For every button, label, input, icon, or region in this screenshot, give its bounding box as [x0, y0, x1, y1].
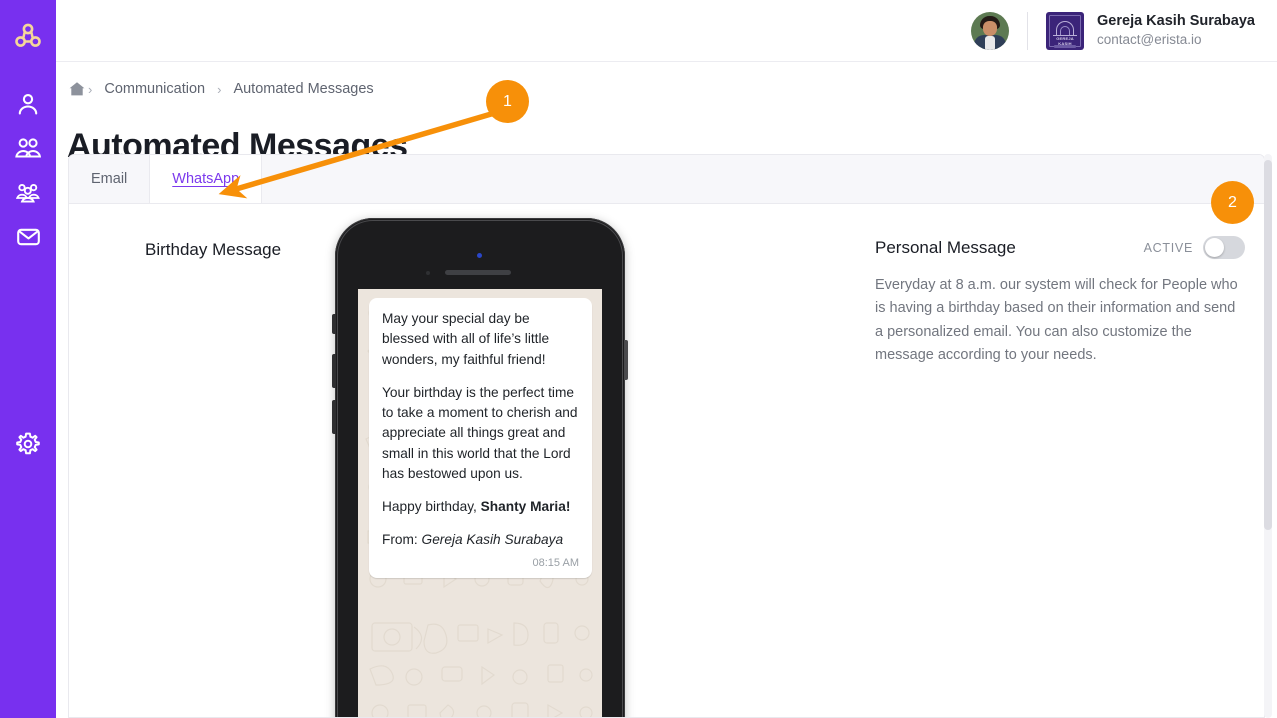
message-recipient-name: Shanty Maria! [480, 499, 571, 515]
toggle-knob [1205, 238, 1224, 257]
sidebar-nav [6, 82, 50, 258]
annotation-badge-2: 2 [1211, 181, 1254, 224]
tab-whatsapp[interactable]: WhatsApp [150, 155, 263, 203]
message-timestamp: 08:15 AM [532, 556, 579, 569]
org-email: contact@erista.io [1097, 32, 1202, 48]
org-logo-arch-inner [1060, 25, 1071, 35]
personal-message-panel: Personal Message ACTIVE Everyday at 8 a.… [875, 236, 1245, 368]
annotation-badge-1: 1 [486, 80, 529, 123]
message-from-value: Gereja Kasih Surabaya [421, 532, 564, 548]
breadcrumb-separator-2: › [217, 81, 222, 97]
sidebar-item-groups[interactable] [6, 170, 50, 214]
whatsapp-message-bubble: May your special day be blessed with all… [369, 298, 592, 578]
home-icon[interactable] [68, 80, 86, 98]
whatsapp-panel: Birthday Message May your special day be… [69, 204, 1264, 717]
breadcrumb-item-communication[interactable]: Communication [94, 81, 215, 97]
phone-screen: May your special day be blessed with all… [358, 289, 602, 717]
main-content: › Communication › Automated Messages Aut… [56, 62, 1277, 718]
sidebar-item-settings[interactable] [6, 422, 50, 466]
phone-proximity-sensor-icon [426, 271, 430, 275]
org-logo: GEREJA KASIH [1046, 11, 1085, 50]
message-from-label: From: [382, 532, 422, 548]
message-paragraph-1: May your special day be blessed with all… [382, 311, 550, 367]
personal-message-description: Everyday at 8 a.m. our system will check… [875, 277, 1238, 364]
phone-volume-down-button [332, 400, 336, 434]
tab-email[interactable]: Email [69, 155, 151, 203]
phone-preview-mockup: May your special day be blessed with all… [332, 218, 628, 717]
automated-messages-card: Email WhatsApp Birthday Message May your… [68, 154, 1265, 718]
active-label: ACTIVE [1143, 240, 1193, 255]
avatar[interactable] [971, 11, 1010, 50]
phone-power-button [624, 340, 628, 380]
personal-message-title: Personal Message [875, 237, 1016, 257]
phone-silent-switch [332, 314, 336, 334]
tab-bar: Email WhatsApp [69, 155, 1264, 204]
personal-message-header: Personal Message ACTIVE [875, 236, 1245, 259]
message-from: From: Gereja Kasih Surabaya [382, 530, 579, 550]
avatar-shirt [985, 35, 996, 50]
header-divider [1027, 11, 1029, 50]
avatar-face [983, 20, 998, 36]
org-info[interactable]: Gereja Kasih Surabaya contact@erista.io [1097, 12, 1255, 49]
primary-sidebar [0, 0, 56, 718]
phone-volume-up-button [332, 354, 336, 388]
sidebar-item-communication[interactable] [6, 214, 50, 258]
birthday-message-heading: Birthday Message [145, 240, 282, 259]
message-paragraph-2: Your birthday is the perfect time to tak… [382, 384, 578, 481]
org-logo-bar [1054, 44, 1077, 48]
breadcrumb: › Communication › Automated Messages [68, 80, 384, 98]
personal-message-toggle[interactable] [1203, 236, 1245, 259]
user-org-cluster: GEREJA KASIH Gereja Kasih Surabaya conta… [971, 11, 1277, 50]
personal-message-toggle-group: ACTIVE [1144, 236, 1245, 259]
phone-earpiece-speaker-icon [445, 270, 511, 275]
phone-front-camera-icon [477, 253, 482, 258]
breadcrumb-separator-1: › [88, 81, 93, 97]
org-name: Gereja Kasih Surabaya [1097, 13, 1255, 29]
top-header: GEREJA KASIH Gereja Kasih Surabaya conta… [56, 0, 1277, 62]
vertical-scrollbar[interactable] [1264, 154, 1272, 718]
message-greeting-prefix: Happy birthday, [382, 499, 481, 515]
scrollbar-thumb[interactable] [1264, 160, 1272, 530]
sidebar-item-couples[interactable] [6, 126, 50, 170]
app-logo[interactable] [13, 14, 43, 58]
breadcrumb-item-automated-messages[interactable]: Automated Messages [223, 81, 383, 97]
message-greeting: Happy birthday, Shanty Maria! [382, 497, 579, 517]
sidebar-item-person[interactable] [6, 82, 50, 126]
